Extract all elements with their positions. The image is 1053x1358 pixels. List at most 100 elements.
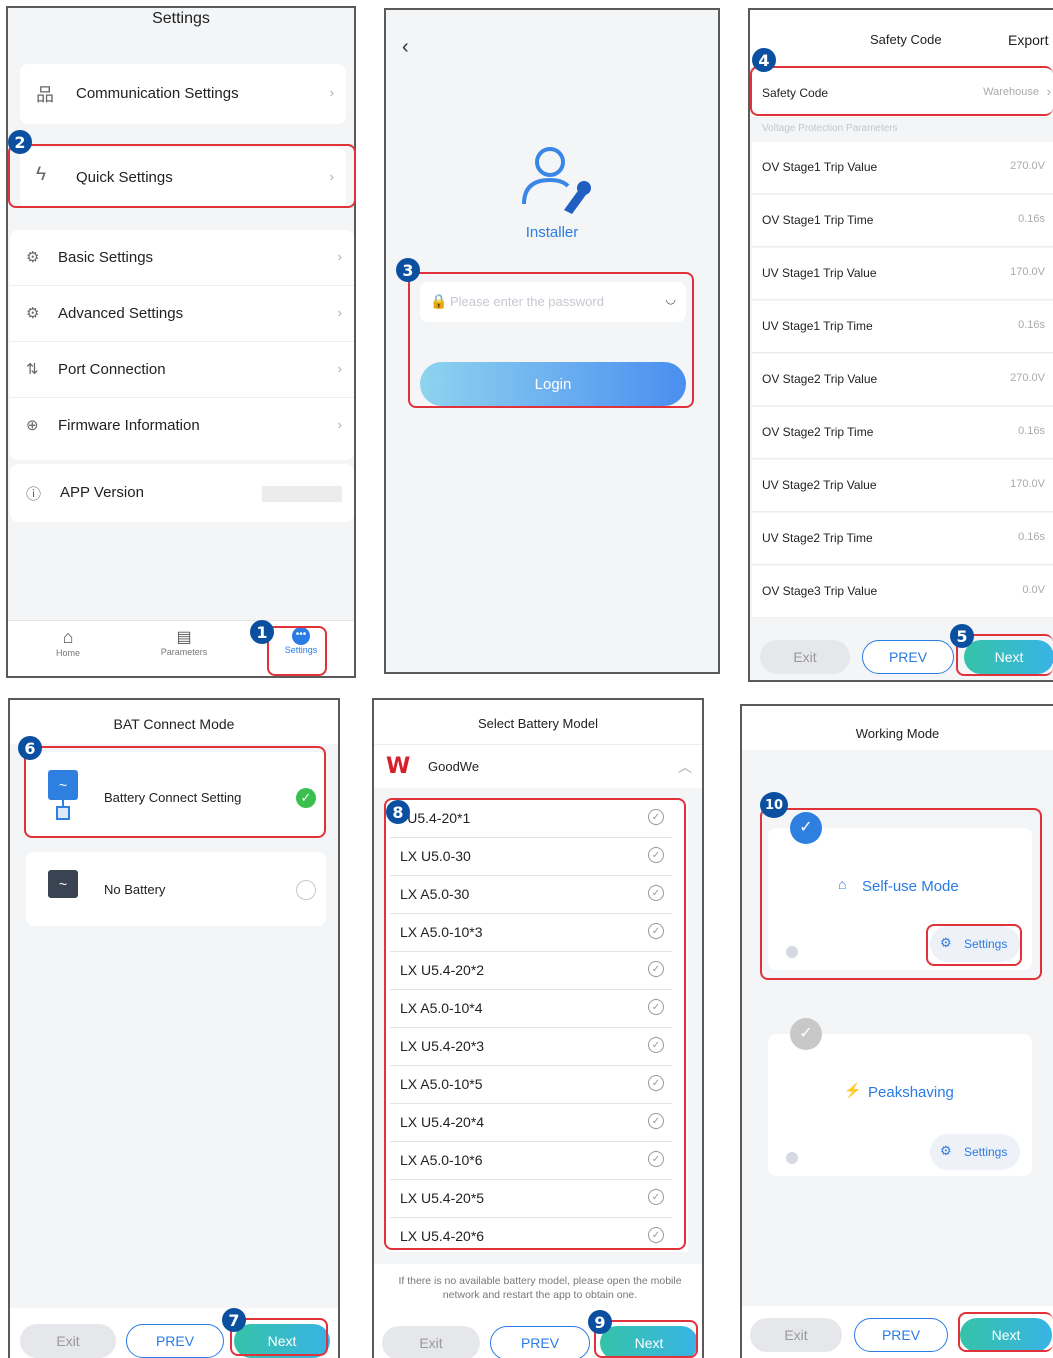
help-icon[interactable] [786,1152,798,1164]
check-icon: ✓ [296,788,316,808]
next-button[interactable]: Next [234,1324,330,1358]
model-row[interactable]: X U5.4-20*1 ✓ [390,800,672,838]
param-value: 270.0V [1010,372,1045,384]
bottom-tab-bar: ⌂ Home ▤ Parameters ••• Settings [8,620,354,676]
param-row[interactable]: UV Stage1 Trip Value 170.0V [752,248,1053,300]
model-label: LX U5.4-20*3 [400,1038,485,1054]
param-row[interactable]: OV Stage3 Trip Value 0.0V [752,566,1053,618]
exit-button[interactable]: Exit [760,640,850,674]
radio-check-icon: ✓ [648,809,664,825]
model-row[interactable]: LX U5.0-30 ✓ [390,838,672,876]
basic-settings-item[interactable]: ⚙ Basic Settings › [10,230,354,286]
prev-button[interactable]: PREV [490,1326,590,1358]
model-row[interactable]: LX U5.4-20*4 ✓ [390,1104,672,1142]
step-badge: 3 [396,258,420,282]
mode-label: Peakshaving [868,1084,954,1101]
gear-icon: ⚙ [940,935,952,950]
item-label: Advanced Settings [58,305,184,322]
page-title: Working Mode [855,726,940,741]
model-row[interactable]: LX A5.0-10*6 ✓ [390,1142,672,1180]
exit-button[interactable]: Exit [750,1318,842,1352]
settings-label: Settings [964,1145,1008,1159]
eye-closed-icon[interactable]: ◡ [666,292,676,306]
param-label: UV Stage2 Trip Value [762,478,877,492]
model-row[interactable]: LX U5.4-20*5 ✓ [390,1180,672,1218]
self-use-mode-card[interactable]: ⌂ Self-use Mode ⚙ Settings [768,828,1032,970]
page-title: Settings [152,10,210,27]
login-button[interactable]: Login [420,362,686,406]
prev-button[interactable]: PREV [862,640,954,674]
settings-label: Settings [964,937,1008,951]
param-row[interactable]: UV Stage1 Trip Time 0.16s [752,301,1053,353]
tab-settings[interactable]: ••• Settings [276,627,326,655]
goodwe-logo-icon: W [386,754,411,779]
tab-home[interactable]: ⌂ Home [46,627,90,658]
model-row[interactable]: LX U5.4-20*3 ✓ [390,1028,672,1066]
param-label: OV Stage3 Trip Value [762,584,878,598]
page-title: BAT Connect Mode [113,716,235,732]
page-title: Select Battery Model [478,716,598,731]
quick-settings-item[interactable]: ϟ Quick Settings › [20,148,346,208]
radio-check-icon: ✓ [648,1113,664,1129]
prev-button[interactable]: PREV [854,1318,948,1352]
param-row[interactable]: UV Stage2 Trip Time 0.16s [752,513,1053,565]
radio-check-icon: ✓ [648,885,664,901]
param-row[interactable]: UV Stage2 Trip Value 170.0V [752,460,1053,512]
prev-button[interactable]: PREV [126,1324,224,1358]
item-label: Basic Settings [58,249,154,266]
option-label: No Battery [104,882,166,897]
battery-connect-setting-option[interactable]: ~ Battery Connect Setting ✓ [26,752,326,836]
no-battery-option[interactable]: ~ No Battery [26,852,326,926]
param-row[interactable]: OV Stage1 Trip Time 0.16s [752,195,1053,247]
firmware-information-item[interactable]: ⊕ Firmware Information › [10,398,354,454]
param-row[interactable]: OV Stage1 Trip Value 270.0V [752,142,1053,194]
port-connection-item[interactable]: ⇅ Port Connection › [10,342,354,398]
model-label: LX U5.0-30 [400,848,471,864]
item-label: Quick Settings [76,169,173,186]
unselected-check-icon: ✓ [790,1018,822,1050]
model-label: LX U5.4-20*5 [400,1190,485,1206]
app-version-item: ⓘ APP Version [10,464,354,522]
exit-button[interactable]: Exit [20,1324,116,1358]
radio-check-icon: ✓ [648,847,664,863]
radio-check-icon: ✓ [648,923,664,939]
model-row[interactable]: LX U5.4-20*6 ✓ [390,1218,672,1256]
model-row[interactable]: LX A5.0-10*3 ✓ [390,914,672,952]
help-icon[interactable] [786,946,798,958]
advanced-settings-item[interactable]: ⚙ Advanced Settings › [10,286,354,342]
page-title: Safety Code [870,32,942,47]
model-row[interactable]: LX A5.0-10*4 ✓ [390,990,672,1028]
param-row[interactable]: OV Stage2 Trip Value 270.0V [752,354,1053,406]
export-button[interactable]: Export [1008,32,1048,48]
item-label: Communication Settings [76,85,239,102]
settings-button[interactable]: ⚙ Settings [930,1134,1020,1170]
safety-code-row[interactable]: Safety Code Warehouse › [752,68,1053,118]
next-button[interactable]: Next [964,640,1053,674]
version-value-redacted [262,486,342,502]
chevron-right-icon: › [329,169,334,184]
model-label: LX U5.4-20*2 [400,962,485,978]
lightning-icon: ϟ [36,164,47,185]
chevron-up-icon[interactable]: ︿ [678,757,692,777]
next-button[interactable]: Next [960,1318,1052,1352]
info-icon: ⓘ [26,486,42,503]
model-row[interactable]: LX A5.0-30 ✓ [390,876,672,914]
exit-button[interactable]: Exit [382,1326,480,1358]
peakshaving-mode-card[interactable]: ⚡ Peakshaving ⚙ Settings [768,1034,1032,1176]
tab-parameters[interactable]: ▤ Parameters [154,627,214,657]
back-icon[interactable]: ‹ [402,36,409,59]
brand-row[interactable]: W GoodWe ︿ [374,744,702,788]
model-row[interactable]: LX U5.4-20*2 ✓ [390,952,672,990]
step-badge: 10 [760,792,788,818]
no-model-note: If there is no available battery model, … [398,1275,682,1301]
model-label: LX A5.0-10*3 [400,924,483,940]
param-value: 0.16s [1018,425,1045,437]
settings-button[interactable]: ⚙ Settings [930,926,1020,962]
password-input[interactable]: 🔒 Please enter the password ◡ [420,282,686,322]
installer-login-panel: ‹ Installer 🔒 Please enter the password … [384,8,720,674]
gear-icon: ⚙ [26,249,40,266]
communication-settings-item[interactable]: 品 Communication Settings › [20,64,346,124]
model-row[interactable]: LX A5.0-10*5 ✓ [390,1066,672,1104]
param-row[interactable]: OV Stage2 Trip Time 0.16s [752,407,1053,459]
next-button[interactable]: Next [600,1326,698,1358]
